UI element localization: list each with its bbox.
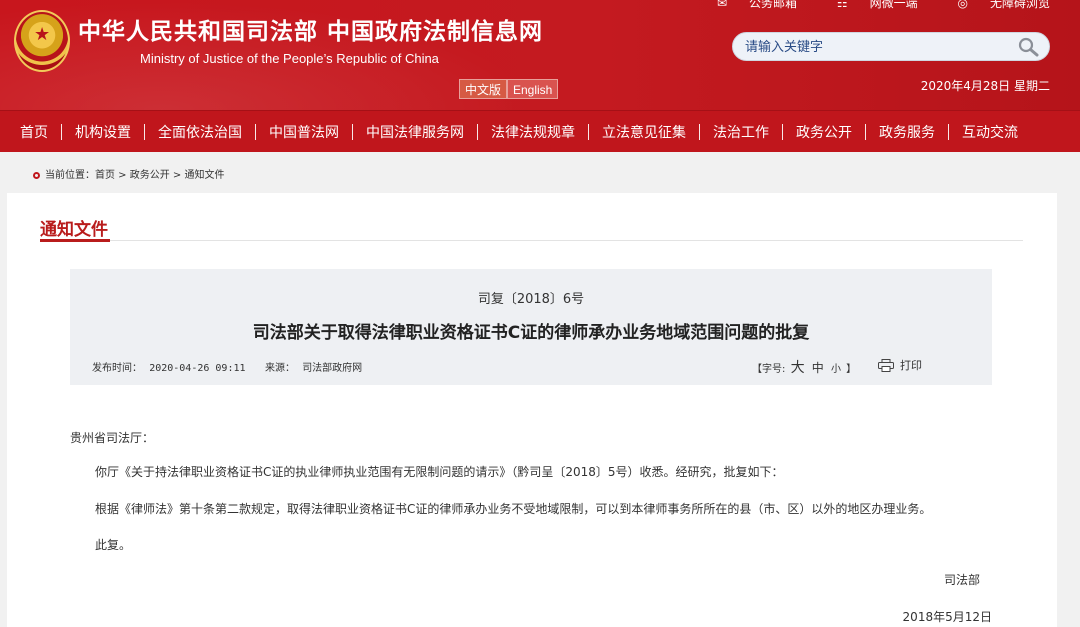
source-label: 来源：: [265, 363, 295, 374]
nav-item: 政务服务: [852, 122, 935, 142]
lang-zh-button[interactable]: 中文版: [459, 79, 508, 99]
nav-link[interactable]: 法律法规规章: [491, 122, 575, 142]
nav-separator: [699, 124, 700, 140]
nav-item: 政务公开: [769, 122, 852, 142]
print-label: 打印: [900, 359, 922, 372]
accessibility-link[interactable]: ◎ 无障碍浏览: [940, 0, 1051, 10]
nav-separator: [782, 124, 783, 140]
nav-link[interactable]: 政务服务: [879, 122, 935, 142]
nav-separator: [477, 124, 478, 140]
nav-separator: [588, 124, 589, 140]
font-size-small-button[interactable]: 小: [831, 364, 841, 375]
nav-separator: [948, 124, 949, 140]
location-icon: [33, 171, 40, 179]
eye-icon: ◎: [957, 0, 968, 10]
nav-item: 中国法律服务网: [339, 122, 464, 142]
nav-item: 法律法规规章: [464, 122, 575, 142]
current-date: 2020年4月28日 星期二: [920, 79, 1050, 93]
source-value: 司法部政府网: [302, 363, 363, 374]
nav-separator: [144, 124, 145, 140]
publish-time-label: 发布时间：: [92, 363, 142, 374]
nav-link[interactable]: 机构设置: [75, 122, 131, 142]
nav-separator: [352, 124, 353, 140]
nav-link[interactable]: 法治工作: [713, 122, 769, 142]
top-links: ✉ 公务邮箱 ☷ 网微一端 ◎ 无障碍浏览: [681, 0, 1050, 11]
breadcrumb: 当前位置：首页 > 政务公开 > 通知文件: [33, 166, 224, 181]
font-size-control: 【字号: 大 中 小 】: [752, 357, 856, 377]
sign-date: 2018年5月12日: [902, 610, 992, 624]
document-source: 来源： 司法部政府网: [265, 359, 362, 374]
weibo-icon: ☷: [836, 0, 848, 10]
search-box: [732, 32, 1050, 61]
nav-separator: [61, 124, 62, 140]
site-subtitle: Ministry of Justice of the People’s Repu…: [140, 51, 439, 66]
signer: 司法部: [943, 573, 980, 587]
nav-link[interactable]: 立法意见征集: [602, 122, 686, 142]
main-nav: 首页 机构设置 全面依法治国 中国普法网 中国法律服务网 法律法规规章 立法意见征集 法治工作…: [0, 110, 1080, 152]
paragraph-2: 根据《律师法》第十条第二款规定，取得法律职业资格证书C证的律师承办业务不受地域限…: [95, 502, 932, 516]
font-size-label: 【字号:: [752, 364, 786, 375]
nav-link[interactable]: 首页: [20, 122, 48, 142]
nav-separator: [255, 124, 256, 140]
print-button[interactable]: 打印: [878, 357, 922, 373]
weibo-link-label: 网微一端: [869, 0, 918, 10]
weibo-link[interactable]: ☷ 网微一端: [819, 0, 918, 10]
nav-link[interactable]: 全面依法治国: [158, 122, 242, 142]
font-size-end: 】: [846, 364, 857, 375]
nav-item: 全面依法治国: [131, 122, 242, 142]
nav-link[interactable]: 政务公开: [796, 122, 852, 142]
site-title[interactable]: 中华人民共和国司法部 中国政府法制信息网: [78, 12, 543, 46]
nav-item: 机构设置: [48, 122, 131, 142]
content-card: 通知文件 司复〔2018〕6号 司法部关于取得法律职业资格证书C证的律师承办业务…: [7, 193, 1057, 627]
mail-link-label: 公务邮箱: [749, 0, 798, 10]
national-emblem-icon[interactable]: [14, 10, 70, 72]
nav-link[interactable]: 中国普法网: [269, 122, 339, 142]
search-icon[interactable]: [1017, 37, 1039, 57]
paragraph-1: 你厅《关于持法律职业资格证书C证的执业律师执业范围有无限制问题的请示》（黔司呈〔…: [95, 465, 784, 479]
document-number: 司复〔2018〕6号: [477, 292, 585, 307]
lang-en-button[interactable]: English: [507, 79, 559, 99]
section-divider: [40, 239, 1023, 242]
publish-time-value: 2020-04-26 09:11: [149, 363, 246, 374]
font-size-medium-button[interactable]: 中: [812, 361, 824, 375]
accessibility-link-label: 无障碍浏览: [989, 0, 1050, 10]
font-size-large-button[interactable]: 大: [791, 360, 805, 376]
breadcrumb-text[interactable]: 当前位置：首页 > 政务公开 > 通知文件: [45, 170, 224, 181]
paragraph-3: 此复。: [95, 538, 132, 552]
mail-icon: ✉: [716, 0, 728, 10]
publish-time: 发布时间： 2020-04-26 09:11: [92, 359, 246, 374]
document-title: 司法部关于取得法律职业资格证书C证的律师承办业务地域范围问题的批复: [252, 323, 810, 343]
nav-link[interactable]: 中国法律服务网: [366, 122, 464, 142]
section-title: 通知文件: [40, 220, 108, 240]
nav-item: 中国普法网: [242, 122, 339, 142]
printer-icon: [878, 358, 894, 372]
nav-separator: [865, 124, 866, 140]
nav-item: 互动交流: [935, 122, 1018, 142]
search-input[interactable]: [745, 38, 1005, 56]
document-header: 司复〔2018〕6号 司法部关于取得法律职业资格证书C证的律师承办业务地域范围问…: [70, 269, 992, 385]
mail-link[interactable]: ✉ 公务邮箱: [699, 0, 797, 10]
salutation: 贵州省司法厅：: [70, 431, 155, 445]
nav-item: 法治工作: [686, 122, 769, 142]
nav-link[interactable]: 互动交流: [962, 122, 1018, 142]
site-header: 中华人民共和国司法部 中国政府法制信息网 Ministry of Justice…: [0, 0, 1080, 110]
nav-item: 首页: [20, 122, 48, 142]
nav-item: 立法意见征集: [575, 122, 686, 142]
